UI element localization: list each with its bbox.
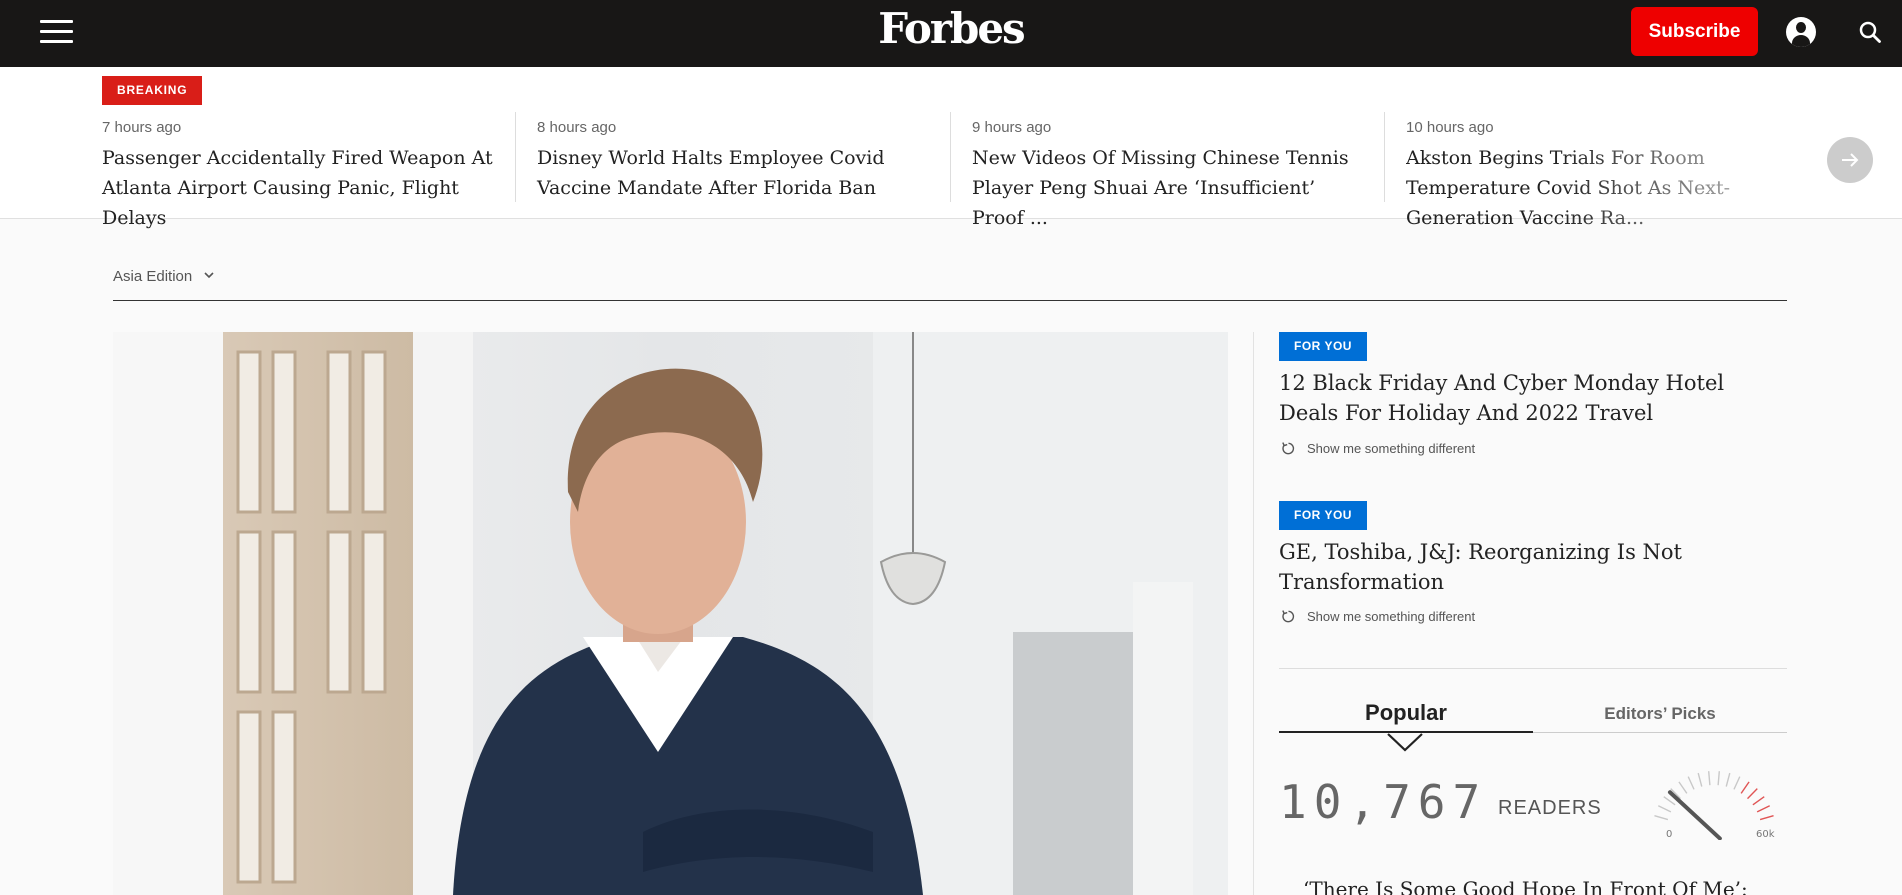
gauge-needle xyxy=(1667,790,1722,840)
gauge-tick xyxy=(1733,776,1741,790)
breaking-ticker: BREAKING 7 hours ago Passenger Accidenta… xyxy=(0,67,1902,229)
user-icon[interactable] xyxy=(1786,17,1816,47)
ticker-title[interactable]: Akston Begins Trials For Room Temperatur… xyxy=(1406,143,1804,233)
top-nav: Forbes Subscribe xyxy=(0,0,1902,67)
hamburger-menu-icon[interactable] xyxy=(40,20,73,44)
gauge-tick xyxy=(1756,805,1771,813)
right-column-divider xyxy=(1279,668,1787,669)
edition-divider xyxy=(113,300,1787,301)
refresh-icon xyxy=(1282,610,1295,623)
show-different-label: Show me something different xyxy=(1307,441,1476,456)
gauge-tick xyxy=(1759,815,1774,821)
readers-count: 10,767 xyxy=(1279,775,1488,829)
gauge-tick xyxy=(1678,781,1688,794)
edition-label: Asia Edition xyxy=(113,268,193,285)
popular-headline[interactable]: ‘There Is Some Good Hope In Front Of Me’… xyxy=(1303,874,1783,895)
gauge-tick xyxy=(1657,805,1672,813)
gauge-max-label: 60k xyxy=(1756,829,1775,840)
column-divider xyxy=(1253,332,1254,895)
ticker-title[interactable]: Passenger Accidentally Fired Weapon At A… xyxy=(102,143,512,233)
tab-popular[interactable]: Popular xyxy=(1279,700,1533,733)
gauge-tick xyxy=(1740,781,1750,794)
show-different-button[interactable]: Show me something different xyxy=(1281,441,1475,456)
show-different-button[interactable]: Show me something different xyxy=(1281,609,1475,624)
ticker-time: 8 hours ago xyxy=(537,119,617,136)
ticker-item[interactable]: 10 hours ago Akston Begins Trials For Ro… xyxy=(1384,112,1804,229)
for-you-badge: FOR YOU xyxy=(1279,501,1367,530)
readers-gauge: 0 60k xyxy=(1654,771,1775,840)
active-tab-caret-icon xyxy=(1387,733,1423,752)
gauge-tick xyxy=(1747,788,1758,800)
chevron-down-icon xyxy=(204,272,214,279)
for-you-headline[interactable]: GE, Toshiba, J&J: Reorganizing Is Not Tr… xyxy=(1279,537,1789,597)
hero-illustration xyxy=(113,332,1228,895)
tab-editors-picks[interactable]: Editors’ Picks xyxy=(1533,700,1787,733)
ticker-time: 7 hours ago xyxy=(102,119,182,136)
breaking-badge: BREAKING xyxy=(102,76,203,105)
hero-image[interactable] xyxy=(113,332,1228,895)
gauge-tick xyxy=(1725,772,1731,787)
refresh-icon xyxy=(1282,442,1295,455)
subscribe-button[interactable]: Subscribe xyxy=(1631,7,1758,56)
ticker-title[interactable]: Disney World Halts Employee Covid Vaccin… xyxy=(537,143,925,203)
edition-selector[interactable]: Asia Edition xyxy=(113,268,214,285)
gauge-tick xyxy=(1752,796,1765,806)
ticker-time: 10 hours ago xyxy=(1406,119,1494,136)
for-you-headline[interactable]: 12 Black Friday And Cyber Monday Hotel D… xyxy=(1279,368,1789,428)
gauge-tick xyxy=(1687,776,1695,790)
ticker-item[interactable]: 7 hours ago Passenger Accidentally Fired… xyxy=(102,112,512,229)
gauge-tick xyxy=(1697,772,1703,787)
ticker-time: 9 hours ago xyxy=(972,119,1052,136)
ticker-item[interactable]: 9 hours ago New Videos Of Missing Chines… xyxy=(950,112,1360,229)
forbes-logo[interactable]: Forbes xyxy=(0,4,1902,53)
readers-label: READERS xyxy=(1498,797,1602,819)
show-different-label: Show me something different xyxy=(1307,609,1476,624)
ticker-title[interactable]: New Videos Of Missing Chinese Tennis Pla… xyxy=(972,143,1360,233)
gauge-tick xyxy=(1707,771,1711,786)
gauge-tick xyxy=(1654,815,1669,821)
for-you-badge: FOR YOU xyxy=(1279,332,1367,361)
ticker-item[interactable]: 8 hours ago Disney World Halts Employee … xyxy=(515,112,925,202)
search-icon[interactable] xyxy=(1858,20,1882,44)
gauge-tick xyxy=(1717,771,1721,786)
ticker-next-button[interactable] xyxy=(1827,137,1873,183)
arrow-right-icon xyxy=(1842,153,1859,167)
gauge-min-label: 0 xyxy=(1666,829,1672,840)
